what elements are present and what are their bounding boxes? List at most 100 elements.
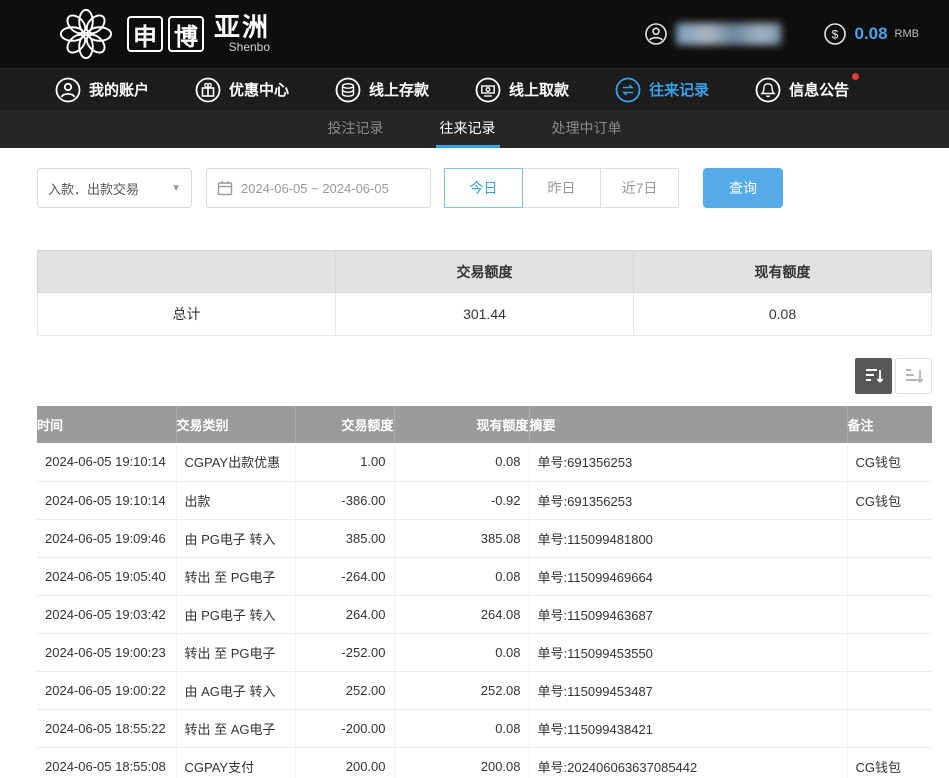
tab-transaction-records[interactable]: 往来记录 [436,110,500,148]
table-cell: 252.08 [394,671,529,709]
nav-label: 优惠中心 [229,79,289,100]
table-cell: 2024-06-05 19:09:46 [37,519,176,557]
user-account[interactable] [644,22,781,46]
transaction-type-select[interactable]: 入款．出款交易 ▼ [37,168,192,208]
table-cell [847,633,932,671]
table-cell: 2024-06-05 19:03:42 [37,595,176,633]
table-cell: 2024-06-05 19:00:23 [37,633,176,671]
table-cell: -386.00 [295,481,394,519]
table-cell: 0.08 [394,557,529,595]
table-cell: 单号:115099453550 [529,633,847,671]
table-cell: 200.08 [394,747,529,778]
table-row: 2024-06-05 19:10:14出款-386.00-0.92单号:6913… [37,481,932,519]
sort-controls [0,358,932,394]
table-cell: CG钱包 [847,747,932,778]
header-transaction-amount: 交易额度 [295,406,394,443]
table-cell: 单号:115099469664 [529,557,847,595]
filter-bar: 入款．出款交易 ▼ 2024-06-05 ~ 2024-06-05 今日 昨日 … [0,148,949,226]
brand-region: 亚洲 [214,14,270,41]
nav-label: 我的账户 [89,79,149,100]
sort-ascending-icon [904,366,924,386]
sort-ascending-button[interactable] [895,358,932,394]
table-cell: CG钱包 [847,481,932,519]
sort-descending-button[interactable] [855,358,892,394]
sub-navigation: 投注记录 往来记录 处理中订单 [0,110,949,148]
table-cell [847,709,932,747]
table-cell: -252.00 [295,633,394,671]
sort-descending-icon [864,366,884,386]
table-cell: 由 AG电子 转入 [176,671,295,709]
yesterday-button[interactable]: 昨日 [522,168,601,208]
table-cell: 单号:115099481800 [529,519,847,557]
nav-item-deposit[interactable]: 线上存款 [335,77,429,103]
table-cell: -264.00 [295,557,394,595]
table-row: 2024-06-05 19:09:46由 PG电子 转入385.00385.08… [37,519,932,557]
tab-processing-orders[interactable]: 处理中订单 [548,110,626,148]
tab-betting-records[interactable]: 投注记录 [324,110,388,148]
nav-label: 线上取款 [509,79,569,100]
summary-header-balance: 现有额度 [634,251,932,293]
nav-item-records[interactable]: 往来记录 [615,77,709,103]
header-time: 时间 [37,406,176,443]
bell-icon [755,77,781,103]
today-button[interactable]: 今日 [444,168,523,208]
table-cell: 2024-06-05 19:00:22 [37,671,176,709]
table-cell: 0.08 [394,443,529,481]
summary-total-row: 总计 301.44 0.08 [38,293,932,336]
records-header-row: 时间 交易类别 交易额度 现有额度 摘要 备注 [37,406,932,443]
nav-item-announcements[interactable]: 信息公告 [755,77,849,103]
table-cell: 252.00 [295,671,394,709]
table-cell: 转出 至 AG电子 [176,709,295,747]
brand-char-1: 申 [127,16,163,52]
table-row: 2024-06-05 19:03:42由 PG电子 转入264.00264.08… [37,595,932,633]
balance[interactable]: $ 0.08 RMB [823,22,919,46]
search-button[interactable]: 查询 [703,168,783,208]
table-cell: 0.08 [394,633,529,671]
username-redacted [676,23,781,45]
header-current-balance: 现有额度 [394,406,529,443]
table-cell: CG钱包 [847,443,932,481]
table-cell: 单号:115099438421 [529,709,847,747]
table-cell [847,595,932,633]
nav-item-withdraw[interactable]: 线上取款 [475,77,569,103]
nav-label: 线上存款 [369,79,429,100]
summary-header-empty [38,251,336,293]
table-cell [847,557,932,595]
header-transaction-type: 交易类别 [176,406,295,443]
brand-subtitle: Shenbo [229,41,270,54]
date-range-input[interactable]: 2024-06-05 ~ 2024-06-05 [206,168,431,208]
summary-transaction-total: 301.44 [336,293,634,336]
chevron-down-icon: ▼ [171,183,181,194]
table-cell: 转出 至 PG电子 [176,633,295,671]
balance-currency: RMB [895,28,919,40]
table-cell: 由 PG电子 转入 [176,519,295,557]
table-cell: 单号:115099463687 [529,595,847,633]
gift-icon [195,77,221,103]
deposit-coins-icon [335,77,361,103]
brand-suffix: 亚洲 Shenbo [214,14,270,54]
table-cell: 264.00 [295,595,394,633]
quick-date-group: 今日 昨日 近7日 [445,168,679,208]
brand: 申 博 亚洲 Shenbo [55,6,270,62]
nav-item-my-account[interactable]: 我的账户 [55,77,149,103]
table-cell: 出款 [176,481,295,519]
table-cell: 2024-06-05 19:10:14 [37,443,176,481]
table-cell: 2024-06-05 18:55:08 [37,747,176,778]
last-7-days-button[interactable]: 近7日 [600,168,679,208]
table-cell: 单号:202406063637085442 [529,747,847,778]
table-row: 2024-06-05 18:55:08CGPAY支付200.00200.08单号… [37,747,932,778]
table-cell: 200.00 [295,747,394,778]
table-row: 2024-06-05 19:05:40转出 至 PG电子-264.000.08单… [37,557,932,595]
summary-section: 交易额度 现有额度 总计 301.44 0.08 [37,250,932,336]
table-cell [847,671,932,709]
table-cell: 2024-06-05 19:05:40 [37,557,176,595]
nav-item-promotions[interactable]: 优惠中心 [195,77,289,103]
summary-current-balance: 0.08 [634,293,932,336]
table-cell: -0.92 [394,481,529,519]
table-cell: 1.00 [295,443,394,481]
table-cell [847,519,932,557]
table-cell: 2024-06-05 18:55:22 [37,709,176,747]
svg-text:$: $ [832,28,839,42]
table-cell: 385.00 [295,519,394,557]
table-cell: 单号:691356253 [529,481,847,519]
